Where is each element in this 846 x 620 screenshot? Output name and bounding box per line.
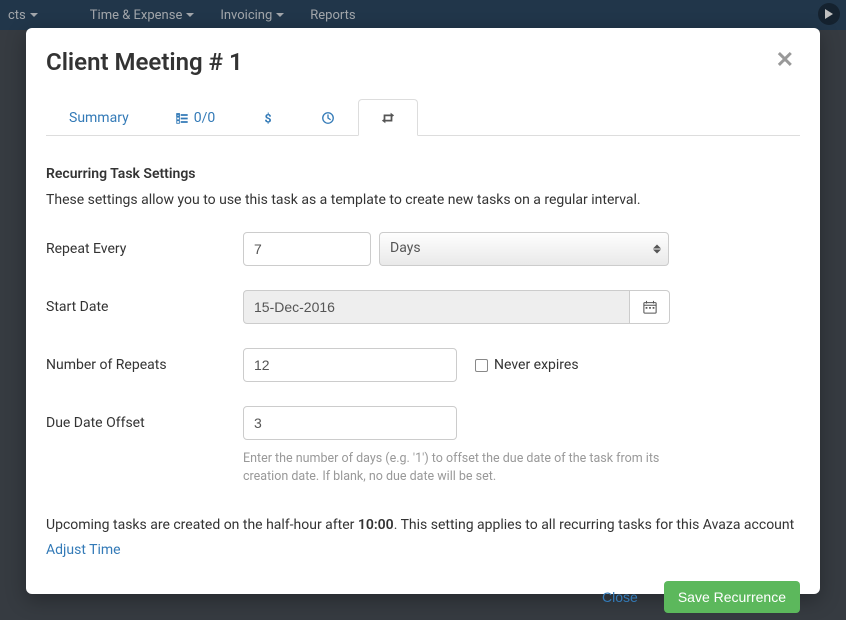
start-date-label: Start Date <box>46 299 243 315</box>
close-button[interactable]: Close <box>588 581 652 613</box>
row-repeat-every: Repeat Every Days <box>46 232 800 266</box>
repeat-every-input[interactable] <box>243 232 371 266</box>
calendar-button[interactable] <box>630 290 670 324</box>
row-due-offset: Due Date Offset <box>46 406 800 440</box>
due-offset-label: Due Date Offset <box>46 415 243 431</box>
tab-recurring[interactable] <box>358 99 418 136</box>
section-desc: These settings allow you to use this tas… <box>46 192 800 208</box>
task-modal: Client Meeting # 1 ✕ Summary 0/0 $ Recur… <box>26 28 820 594</box>
checklist-icon <box>175 111 189 125</box>
save-button[interactable]: Save Recurrence <box>664 581 800 613</box>
schedule-info: Upcoming tasks are created on the half-h… <box>46 515 800 561</box>
modal-title: Client Meeting # 1 <box>46 48 243 76</box>
repeat-every-label: Repeat Every <box>46 241 243 257</box>
modal-header: Client Meeting # 1 ✕ <box>46 48 800 76</box>
dollar-icon: $ <box>261 111 275 125</box>
repeat-icon <box>381 111 395 125</box>
svg-text:$: $ <box>265 111 272 125</box>
clock-icon <box>321 111 335 125</box>
section-title: Recurring Task Settings <box>46 166 800 182</box>
tab-time[interactable] <box>298 99 358 136</box>
tabs: Summary 0/0 $ <box>46 98 800 136</box>
due-offset-input[interactable] <box>243 406 457 440</box>
tab-summary[interactable]: Summary <box>46 99 152 136</box>
never-expires-label[interactable]: Never expires <box>494 357 579 373</box>
calendar-icon <box>643 300 657 314</box>
adjust-time-link[interactable]: Adjust Time <box>46 540 121 561</box>
num-repeats-input[interactable] <box>243 348 457 382</box>
modal-footer: Close Save Recurrence <box>46 561 800 613</box>
repeat-unit-select[interactable]: Days <box>379 232 669 266</box>
never-expires-checkbox[interactable] <box>475 359 488 372</box>
row-num-repeats: Number of Repeats Never expires <box>46 348 800 382</box>
row-start-date: Start Date <box>46 290 800 324</box>
start-date-input[interactable] <box>243 290 630 324</box>
due-offset-help: Enter the number of days (e.g. '1') to o… <box>243 450 673 485</box>
tab-billing[interactable]: $ <box>238 99 298 136</box>
close-icon[interactable]: ✕ <box>770 48 800 74</box>
num-repeats-label: Number of Repeats <box>46 357 243 373</box>
tab-checklist[interactable]: 0/0 <box>152 99 239 136</box>
